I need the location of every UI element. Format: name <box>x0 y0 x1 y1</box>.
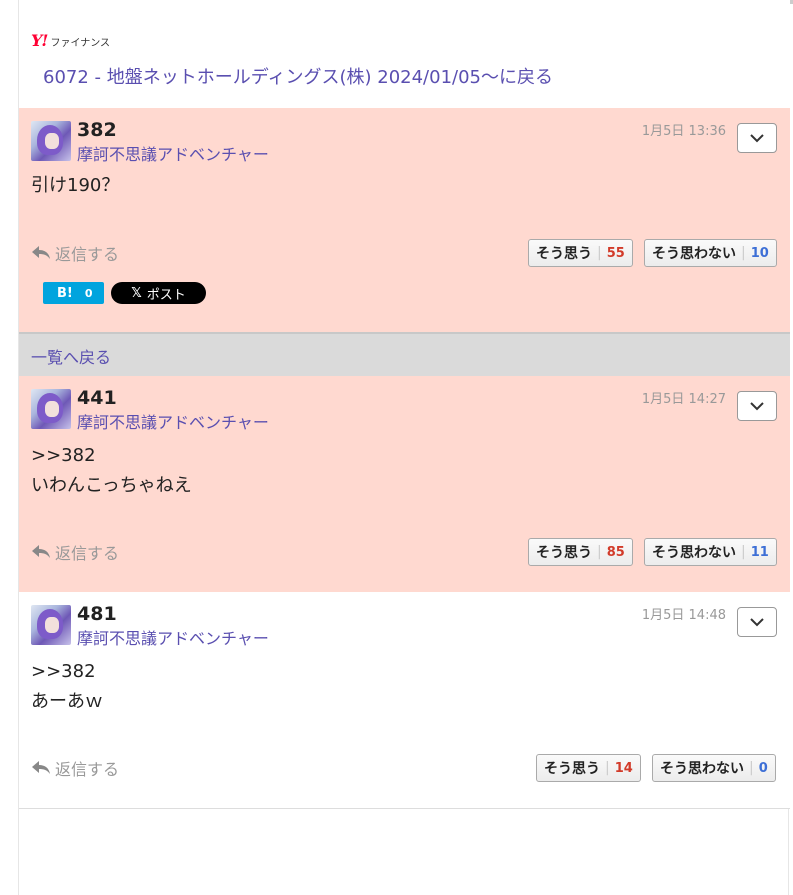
reply-arrow-icon <box>32 761 50 774</box>
post-382: 382 摩訶不思議アドベンチャー 1月5日 13:36 引け190？ 返信する … <box>19 108 790 332</box>
avatar[interactable] <box>31 389 71 429</box>
vote-separator: | <box>597 544 602 560</box>
agree-button[interactable]: そう思う | 14 <box>536 754 641 782</box>
chevron-down-icon <box>750 402 764 411</box>
back-to-list-link[interactable]: 一覧へ戻る <box>31 344 111 368</box>
author-name[interactable]: 摩訶不思議アドベンチャー <box>77 409 269 433</box>
post-number[interactable]: 382 <box>77 119 117 141</box>
vote-separator: | <box>749 760 754 776</box>
agree-count: 85 <box>606 544 625 560</box>
agree-count: 55 <box>606 245 625 261</box>
post-body: >>382 あーあｗ <box>31 657 103 717</box>
author-name[interactable]: 摩訶不思議アドベンチャー <box>77 141 269 165</box>
hatena-icon: B! <box>57 285 73 301</box>
chevron-down-icon <box>750 134 764 143</box>
disagree-button[interactable]: そう思わない | 0 <box>652 754 776 782</box>
disagree-count: 0 <box>758 760 768 776</box>
agree-label: そう思う <box>536 246 592 262</box>
reply-label: 返信する <box>55 544 120 563</box>
post-number[interactable]: 481 <box>77 603 117 625</box>
post-line: 引け190？ <box>31 175 120 196</box>
reply-label: 返信する <box>55 245 120 264</box>
agree-button[interactable]: そう思う | 55 <box>528 239 633 267</box>
disagree-button[interactable]: そう思わない | 11 <box>644 538 777 566</box>
disagree-label: そう思わない <box>652 545 736 561</box>
disagree-count: 11 <box>750 544 769 560</box>
x-post-label: ポスト <box>146 287 186 303</box>
post-line: あーあｗ <box>31 691 103 712</box>
back-to-list-bar[interactable]: 一覧へ戻る <box>19 332 790 376</box>
disagree-count: 10 <box>750 245 769 261</box>
post-date: 1月5日 14:48 <box>641 608 726 623</box>
avatar[interactable] <box>31 121 71 161</box>
reply-arrow-icon <box>32 545 50 558</box>
agree-label: そう思う <box>536 545 592 561</box>
x-logo-icon: 𝕏 <box>131 285 142 301</box>
vote-separator: | <box>741 544 746 560</box>
post-body: >>382 いわんこっちゃねえ <box>31 441 192 501</box>
agree-label: そう思う <box>544 761 600 777</box>
disagree-button[interactable]: そう思わない | 10 <box>644 239 777 267</box>
post-menu-button[interactable] <box>737 391 777 421</box>
reply-button[interactable]: 返信する <box>31 241 119 265</box>
logo-text: ファイナンス <box>50 38 111 49</box>
hatena-bookmark-button[interactable]: B! 0 <box>43 282 104 304</box>
x-post-button[interactable]: 𝕏 ポスト <box>111 282 206 304</box>
chevron-down-icon <box>750 618 764 627</box>
logo-mark: Y! <box>31 31 48 50</box>
disagree-label: そう思わない <box>660 761 744 777</box>
post-line: いわんこっちゃねえ <box>31 475 192 496</box>
post-menu-button[interactable] <box>737 123 777 153</box>
back-to-board-link[interactable]: 6072 - 地盤ネットホールディングス(株) 2024/01/05〜に戻る <box>43 63 553 89</box>
quote-link[interactable]: >>382 <box>31 441 192 471</box>
vote-separator: | <box>741 245 746 261</box>
vote-separator: | <box>597 245 602 261</box>
avatar[interactable] <box>31 605 71 645</box>
post-481: 481 摩訶不思議アドベンチャー 1月5日 14:48 >>382 あーあｗ 返… <box>19 592 790 809</box>
quote-link[interactable]: >>382 <box>31 657 103 687</box>
post-441: 441 摩訶不思議アドベンチャー 1月5日 14:27 >>382 いわんこっち… <box>19 376 790 592</box>
hatena-count: 0 <box>84 286 93 300</box>
reply-arrow-icon <box>32 246 50 259</box>
yahoo-finance-logo[interactable]: Y! ファイナンス <box>31 31 110 50</box>
vote-separator: | <box>605 760 610 776</box>
reply-button[interactable]: 返信する <box>31 540 119 564</box>
header: Y! ファイナンス 6072 - 地盤ネットホールディングス(株) 2024/0… <box>19 0 790 108</box>
reply-button[interactable]: 返信する <box>31 756 119 780</box>
page-frame: Y! ファイナンス 6072 - 地盤ネットホールディングス(株) 2024/0… <box>18 0 790 895</box>
post-date: 1月5日 13:36 <box>641 124 726 139</box>
agree-button[interactable]: そう思う | 85 <box>528 538 633 566</box>
author-name[interactable]: 摩訶不思議アドベンチャー <box>77 625 269 649</box>
post-body: 引け190？ <box>31 171 119 201</box>
agree-count: 14 <box>614 760 633 776</box>
disagree-label: そう思わない <box>652 246 736 262</box>
reply-label: 返信する <box>55 760 120 779</box>
post-number[interactable]: 441 <box>77 387 117 409</box>
post-date: 1月5日 14:27 <box>641 392 726 407</box>
post-menu-button[interactable] <box>737 607 777 637</box>
